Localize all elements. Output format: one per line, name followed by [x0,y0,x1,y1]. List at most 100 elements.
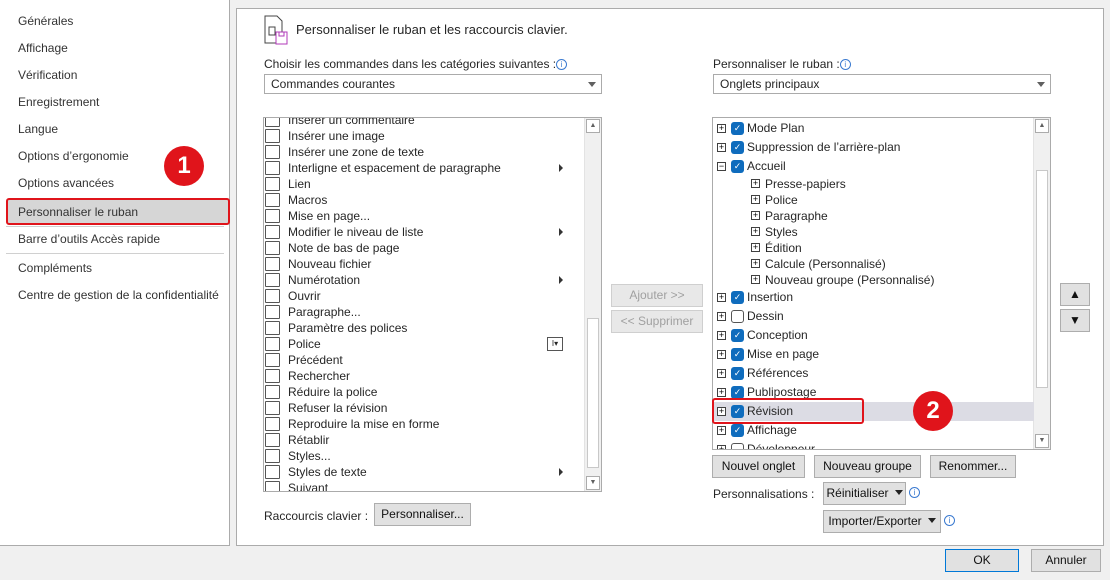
scroll-thumb[interactable] [587,318,599,468]
expand-icon[interactable]: + [717,426,726,435]
expand-icon[interactable]: + [717,388,726,397]
tab-checkbox[interactable] [731,310,744,323]
commands-scrollbar[interactable]: ▲ ▼ [584,118,601,491]
sidebar-item[interactable]: Enregistrement [18,95,99,109]
tab-checkbox[interactable]: ✓ [731,141,744,154]
expand-icon[interactable]: + [717,350,726,359]
sidebar-item[interactable]: Centre de gestion de la confidentialité [18,288,219,302]
sidebar-item[interactable]: Options avancées [18,176,114,190]
command-item[interactable]: Lien [264,176,585,192]
command-item[interactable]: Interligne et espacement de paragraphe [264,160,585,176]
ribbon-tab-item[interactable]: + ✓ Conception [713,326,1034,345]
command-item[interactable]: Ouvrir [264,288,585,304]
reset-dropdown[interactable]: Réinitialiser [823,482,906,505]
ok-button[interactable]: OK [945,549,1019,572]
expand-icon[interactable]: + [751,259,760,268]
ribbon-tab-item[interactable]: + Développeur [713,440,1034,449]
command-item[interactable]: Macros [264,192,585,208]
expand-icon[interactable]: + [717,143,726,152]
sidebar-item[interactable]: Personnaliser le ruban [18,205,138,219]
scroll-down-button[interactable]: ▼ [1035,434,1049,448]
ribbon-group-item[interactable]: + Édition [713,240,1034,256]
command-item[interactable]: Insérer une zone de texte [264,144,585,160]
command-item[interactable]: Modifier le niveau de liste [264,224,585,240]
command-item[interactable]: Nouveau fichier [264,256,585,272]
scroll-down-button[interactable]: ▼ [586,476,600,490]
ribbon-group-item[interactable]: + Styles [713,224,1034,240]
command-item[interactable]: Paramètre des polices [264,320,585,336]
command-item[interactable]: Mise en page... [264,208,585,224]
expand-icon[interactable]: + [751,195,760,204]
command-item[interactable]: Précédent [264,352,585,368]
expand-icon[interactable]: + [717,445,726,449]
command-item[interactable]: Note de bas de page [264,240,585,256]
command-item[interactable]: Styles de texte [264,464,585,480]
tab-checkbox[interactable]: ✓ [731,160,744,173]
commands-list[interactable]: ▲ ▼ Insérer un commentaire Insérer une im… [263,117,602,492]
add-button[interactable]: Ajouter >> [611,284,703,307]
expand-icon[interactable]: + [751,211,760,220]
expand-icon[interactable]: + [751,227,760,236]
scroll-up-button[interactable]: ▲ [586,119,600,133]
import-export-dropdown[interactable]: Importer/Exporter [823,510,941,533]
tab-checkbox[interactable]: ✓ [731,122,744,135]
command-item[interactable]: Numérotation [264,272,585,288]
collapse-icon[interactable]: − [717,162,726,171]
sidebar-item[interactable]: Options d’ergonomie [18,149,129,163]
tab-checkbox[interactable]: ✓ [731,367,744,380]
command-item[interactable]: Reproduire la mise en forme [264,416,585,432]
sidebar-item[interactable]: Affichage [18,41,68,55]
rename-button[interactable]: Renommer... [930,455,1016,478]
ribbon-tab-item[interactable]: − ✓ Accueil [713,157,1034,176]
ribbon-tab-item[interactable]: + ✓ Insertion [713,288,1034,307]
tab-checkbox[interactable] [731,443,744,449]
expand-icon[interactable]: + [717,312,726,321]
ribbon-group-item[interactable]: + Calcule (Personnalisé) [713,256,1034,272]
command-item[interactable]: Suivant [264,480,585,491]
new-group-button[interactable]: Nouveau groupe [814,455,921,478]
command-item[interactable]: Insérer un commentaire [264,118,585,128]
expand-icon[interactable]: + [751,179,760,188]
ribbon-tab-item[interactable]: + ✓ Suppression de l’arrière-plan [713,138,1034,157]
command-item[interactable]: Police I▾ [264,336,585,352]
tab-checkbox[interactable]: ✓ [731,348,744,361]
new-tab-button[interactable]: Nouvel onglet [712,455,805,478]
sidebar-item[interactable]: Générales [18,14,73,28]
tab-checkbox[interactable]: ✓ [731,291,744,304]
expand-icon[interactable]: + [751,243,760,252]
cancel-button[interactable]: Annuler [1031,549,1101,572]
expand-icon[interactable]: + [751,275,760,284]
expand-icon[interactable]: + [717,293,726,302]
customize-shortcuts-button[interactable]: Personnaliser... [374,503,471,526]
sidebar-item[interactable]: Langue [18,122,58,136]
ribbon-scrollbar[interactable]: ▲ ▼ [1033,118,1050,449]
ribbon-tab-item[interactable]: + ✓ Mode Plan [713,119,1034,138]
expand-icon[interactable]: + [717,369,726,378]
command-item[interactable]: Paragraphe... [264,304,585,320]
scroll-thumb[interactable] [1036,170,1048,388]
ribbon-tab-item[interactable]: + Dessin [713,307,1034,326]
ribbon-group-item[interactable]: + Nouveau groupe (Personnalisé) [713,272,1034,288]
ribbon-tab-item[interactable]: + ✓ Mise en page [713,345,1034,364]
remove-button[interactable]: << Supprimer [611,310,703,333]
move-up-button[interactable]: ▲ [1060,283,1090,306]
sidebar-item[interactable]: Barre d’outils Accès rapide [18,232,160,246]
ribbon-group-item[interactable]: + Presse-papiers [713,176,1034,192]
command-item[interactable]: Rechercher [264,368,585,384]
command-item[interactable]: Styles... [264,448,585,464]
ribbon-group-item[interactable]: + Police [713,192,1034,208]
tab-checkbox[interactable]: ✓ [731,329,744,342]
ribbon-tab-item[interactable]: + ✓ Références [713,364,1034,383]
command-item[interactable]: Refuser la révision [264,400,585,416]
command-item[interactable]: Rétablir [264,432,585,448]
ribbon-group-item[interactable]: + Paragraphe [713,208,1034,224]
ribbon-tabs-select[interactable]: Onglets principaux [713,74,1051,94]
tab-checkbox[interactable]: ✓ [731,424,744,437]
commands-category-select[interactable]: Commandes courantes [264,74,602,94]
scroll-up-button[interactable]: ▲ [1035,119,1049,133]
expand-icon[interactable]: + [717,331,726,340]
command-item[interactable]: Réduire la police [264,384,585,400]
command-item[interactable]: Insérer une image [264,128,585,144]
expand-icon[interactable]: + [717,124,726,133]
move-down-button[interactable]: ▼ [1060,309,1090,332]
